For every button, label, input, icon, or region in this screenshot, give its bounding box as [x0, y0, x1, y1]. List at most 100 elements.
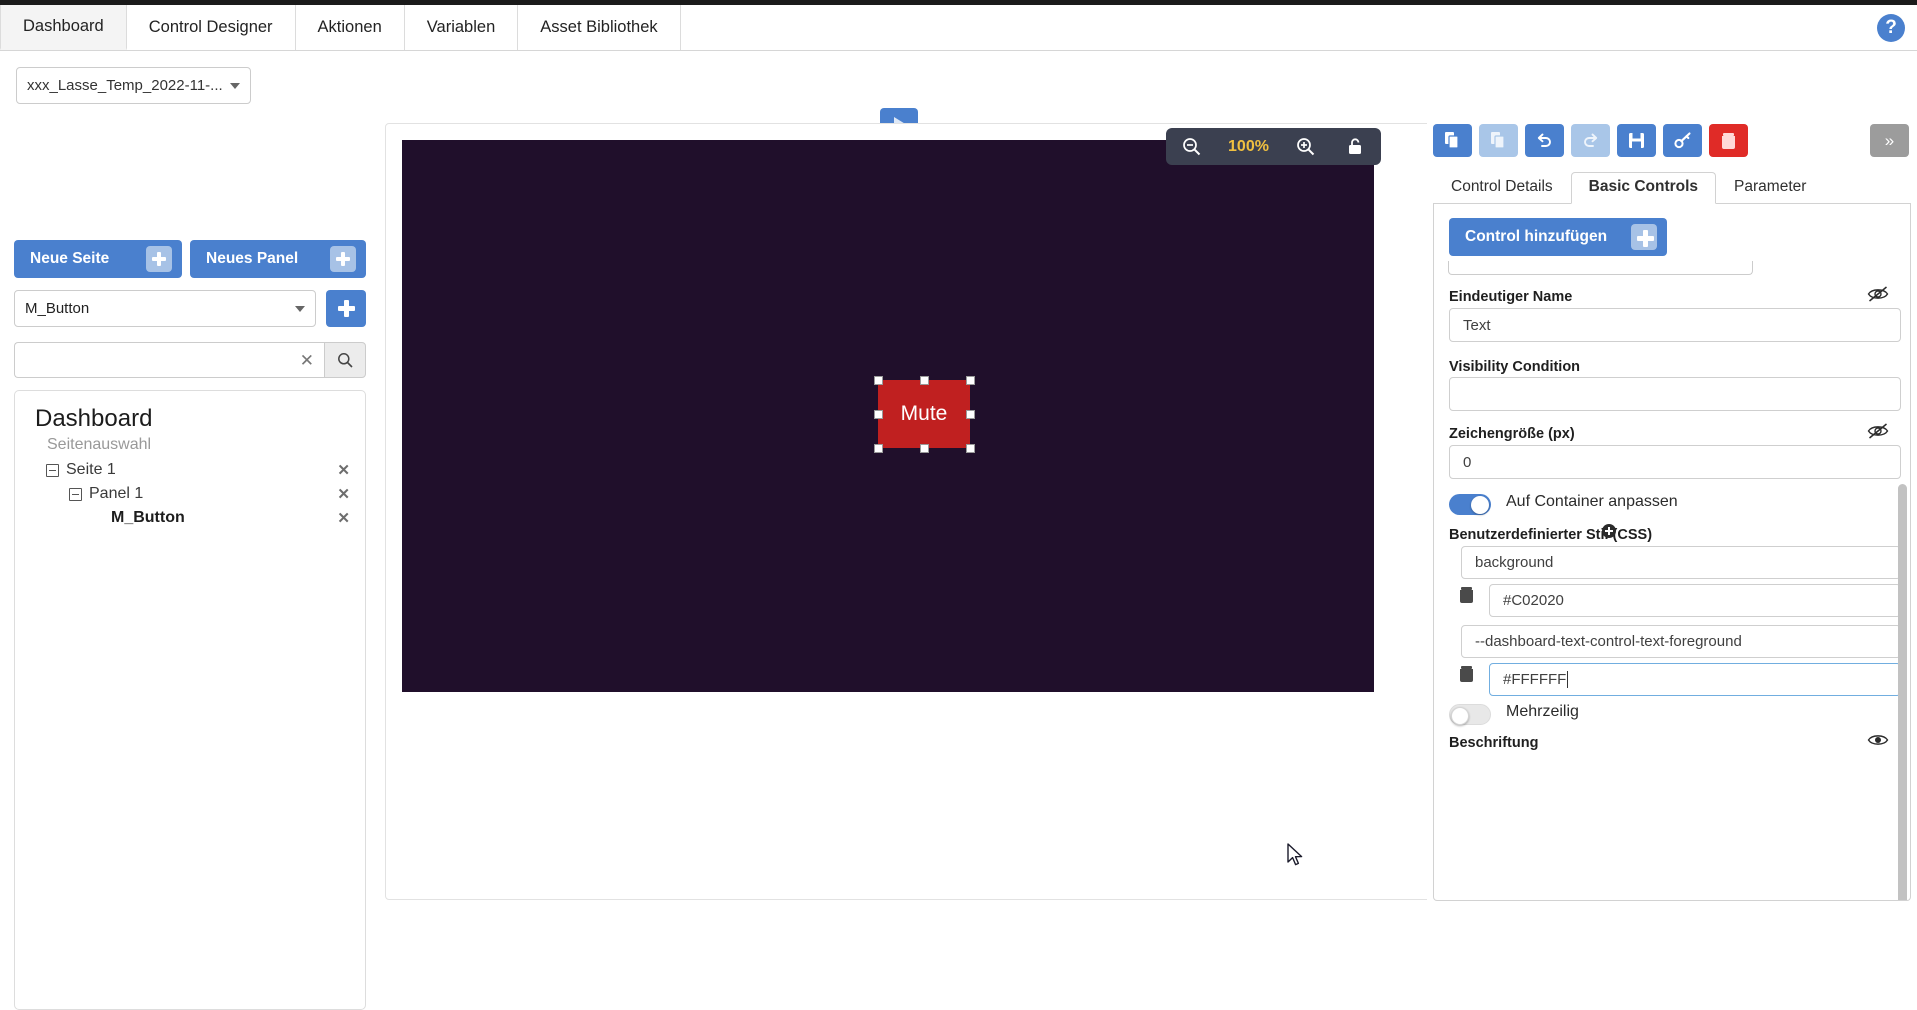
- eye-icon[interactable]: [1867, 732, 1889, 752]
- tab-label: Asset Bibliothek: [540, 18, 658, 36]
- save-icon[interactable]: [1617, 124, 1656, 157]
- chevron-right-icon: »: [1884, 130, 1895, 150]
- fit-container-label: Auf Container anpassen: [1506, 493, 1678, 510]
- add-control-label: Control hinzufügen: [1465, 228, 1608, 245]
- tab-control-designer[interactable]: Control Designer: [127, 5, 296, 50]
- mute-control[interactable]: Mute: [878, 380, 970, 448]
- plus-icon: [1631, 224, 1657, 250]
- delete-css-row-icon-0[interactable]: [1460, 587, 1473, 603]
- tab-aktionen[interactable]: Aktionen: [296, 5, 405, 50]
- help-icon[interactable]: ?: [1877, 14, 1905, 42]
- tab-dashboard[interactable]: Dashboard: [0, 5, 127, 50]
- multiline-toggle[interactable]: [1449, 704, 1491, 725]
- collapse-icon[interactable]: [69, 487, 82, 501]
- undo-icon[interactable]: [1525, 124, 1564, 157]
- add-control-button[interactable]: [326, 290, 366, 327]
- eye-slash-icon[interactable]: [1867, 422, 1889, 444]
- tab-basic-controls[interactable]: Basic Controls: [1570, 172, 1717, 204]
- plus-icon: [330, 246, 356, 272]
- resize-handle-n[interactable]: [920, 376, 929, 385]
- basic-controls-pane: Control hinzufügen Eindeutiger Name Text…: [1433, 204, 1911, 901]
- chevron-down-icon: [295, 305, 305, 312]
- project-select[interactable]: xxx_Lasse_Temp_2022-11-...: [16, 67, 251, 104]
- search-button[interactable]: [324, 342, 366, 378]
- page-tree: Dashboard Seitenauswahl Seite 1 ✕ Panel …: [14, 390, 366, 1010]
- toggle-knob: [1451, 706, 1469, 725]
- right-sidebar: » Control Details Basic Controls Paramet…: [1427, 118, 1917, 903]
- right-tab-bar: Control Details Basic Controls Parameter: [1433, 172, 1911, 204]
- tree-node-seite-1[interactable]: Seite 1 ✕: [15, 458, 365, 482]
- resize-handle-nw[interactable]: [874, 376, 883, 385]
- paste-icon[interactable]: [1479, 124, 1518, 157]
- resize-handle-se[interactable]: [966, 444, 975, 453]
- key-icon[interactable]: [1663, 124, 1702, 157]
- tab-parameter[interactable]: Parameter: [1716, 172, 1824, 203]
- css-property-input-1[interactable]: --dashboard-text-control-text-foreground: [1461, 625, 1901, 658]
- zoom-out-icon[interactable]: [1178, 134, 1204, 160]
- eye-slash-icon[interactable]: [1867, 285, 1889, 307]
- unlock-icon[interactable]: [1343, 134, 1369, 160]
- tab-control-details[interactable]: Control Details: [1433, 172, 1571, 203]
- font-size-label: Zeichengröße (px): [1449, 426, 1575, 442]
- resize-handle-w[interactable]: [874, 410, 883, 419]
- resize-handle-s[interactable]: [920, 444, 929, 453]
- add-control-panel-button[interactable]: Control hinzufügen: [1449, 218, 1667, 256]
- tree-node-m-button[interactable]: M_Button ✕: [15, 506, 365, 530]
- resize-handle-ne[interactable]: [966, 376, 975, 385]
- toggle-knob: [1471, 495, 1489, 514]
- unique-name-input[interactable]: Text: [1449, 308, 1901, 342]
- tree-subtitle: Seitenauswahl: [47, 436, 152, 453]
- right-panel-scrollbar[interactable]: [1898, 484, 1907, 900]
- zoom-in-icon[interactable]: [1293, 134, 1319, 160]
- resize-handle-e[interactable]: [966, 410, 975, 419]
- mute-control-label: Mute: [900, 402, 948, 425]
- new-panel-button[interactable]: Neues Panel: [190, 240, 366, 278]
- remove-node-icon[interactable]: ✕: [337, 461, 350, 479]
- tab-variablen[interactable]: Variablen: [405, 5, 519, 50]
- tab-label: Variablen: [426, 18, 496, 36]
- tab-label: Parameter: [1734, 178, 1807, 195]
- remove-node-icon[interactable]: ✕: [337, 485, 350, 503]
- project-select-value: xxx_Lasse_Temp_2022-11-...: [27, 77, 223, 94]
- css-value-value: #C02020: [1503, 592, 1564, 609]
- visibility-condition-input[interactable]: [1449, 377, 1901, 411]
- copy-icon[interactable]: [1433, 124, 1472, 157]
- tab-label: Control Details: [1451, 178, 1553, 195]
- remove-node-icon[interactable]: ✕: [337, 509, 350, 527]
- new-page-button[interactable]: Neue Seite: [14, 240, 182, 278]
- canvas-zoom-bar: 100%: [1166, 128, 1381, 165]
- expand-panel-button[interactable]: »: [1870, 124, 1909, 157]
- tab-label: Basic Controls: [1588, 178, 1699, 195]
- search-input[interactable]: ✕: [14, 342, 324, 378]
- new-panel-label: Neues Panel: [206, 250, 299, 267]
- plus-icon: [337, 300, 355, 317]
- delete-css-row-icon-1[interactable]: [1460, 666, 1473, 682]
- text-cursor: [1567, 671, 1569, 688]
- css-property-input-0[interactable]: background: [1461, 546, 1901, 579]
- close-icon[interactable]: ✕: [300, 352, 314, 369]
- redo-icon[interactable]: [1571, 124, 1610, 157]
- unique-name-value: Text: [1463, 316, 1491, 334]
- unique-name-label: Eindeutiger Name: [1449, 289, 1573, 305]
- control-type-select[interactable]: M_Button: [14, 290, 316, 327]
- css-value-value: #FFFFFF: [1503, 671, 1567, 688]
- delete-icon[interactable]: [1709, 124, 1748, 157]
- plus-icon: [146, 246, 172, 272]
- css-value-input-0[interactable]: #C02020: [1489, 584, 1901, 617]
- new-page-label: Neue Seite: [30, 250, 110, 267]
- plus-circle-icon[interactable]: [1602, 524, 1616, 542]
- tree-node-label: Seite 1: [66, 461, 116, 478]
- tree-node-panel-1[interactable]: Panel 1 ✕: [15, 482, 365, 506]
- collapse-icon[interactable]: [46, 463, 59, 477]
- chevron-down-icon: [230, 82, 240, 89]
- resize-handle-sw[interactable]: [874, 444, 883, 453]
- font-size-input[interactable]: 0: [1449, 445, 1901, 479]
- css-value-input-1[interactable]: #FFFFFF: [1489, 663, 1901, 696]
- font-size-value: 0: [1463, 453, 1472, 471]
- scrolled-field-top: [1448, 261, 1753, 275]
- tab-asset-bibliothek[interactable]: Asset Bibliothek: [518, 5, 681, 50]
- tab-label: Dashboard: [23, 17, 104, 35]
- custom-css-label: Benutzerdefinierter Stil (CSS): [1449, 527, 1653, 543]
- fit-container-toggle[interactable]: [1449, 494, 1491, 515]
- tree-title: Dashboard: [35, 405, 153, 432]
